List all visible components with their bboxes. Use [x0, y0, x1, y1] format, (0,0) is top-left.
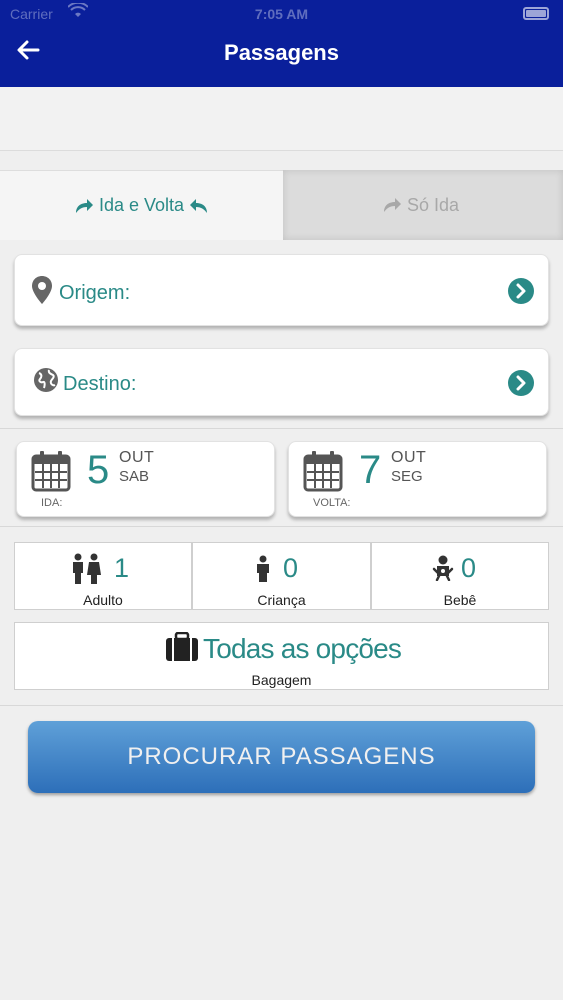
- share-arrow-icon: [383, 198, 401, 212]
- chevron-right-icon: [508, 278, 534, 304]
- tab-round-trip-label: Ida e Volta: [98, 195, 185, 215]
- tab-one-way[interactable]: Só Ida: [283, 170, 563, 240]
- map-pin-icon: [32, 276, 52, 304]
- calendar-icon: [303, 451, 343, 492]
- departure-weekday: SAB: [119, 468, 150, 485]
- suitcase-icon: [166, 632, 198, 661]
- divider: [0, 705, 563, 706]
- baggage-selector[interactable]: Todas as opções Bagagem: [14, 622, 549, 690]
- return-weekday: SEG: [391, 468, 423, 485]
- children-count: 0: [283, 553, 299, 583]
- status-bar: Carrier 7:05 AM: [0, 0, 563, 28]
- divider: [0, 428, 563, 429]
- battery-icon: [523, 7, 549, 20]
- child-icon: [257, 555, 269, 582]
- top-spacer-band: [0, 87, 563, 151]
- divider: [0, 526, 563, 527]
- origin-label: Origem:: [59, 282, 131, 304]
- adults-icon: [73, 553, 101, 584]
- origin-field[interactable]: Origem:: [14, 254, 549, 326]
- children-label: Criança: [257, 592, 306, 608]
- return-month: OUT: [391, 449, 427, 466]
- destination-field[interactable]: Destino:: [14, 348, 549, 416]
- status-time: 7:05 AM: [254, 6, 309, 22]
- babies-count: 0: [461, 553, 477, 583]
- baby-icon: [432, 555, 454, 581]
- adults-label: Adulto: [83, 592, 123, 608]
- return-day: 7: [359, 448, 382, 492]
- departure-date-card[interactable]: 5 OUT SAB IDA:: [16, 441, 275, 517]
- baggage-value: Todas as opções: [203, 633, 402, 664]
- departure-month: OUT: [119, 449, 155, 466]
- reply-arrow-icon: [190, 198, 208, 213]
- babies-selector[interactable]: 0 Bebê: [371, 542, 549, 610]
- page-title: Passagens: [224, 40, 339, 65]
- return-date-card[interactable]: 7 OUT SEG VOLTA:: [288, 441, 547, 517]
- adults-selector[interactable]: 1 Adulto: [14, 542, 192, 610]
- calendar-icon: [31, 451, 71, 492]
- children-selector[interactable]: 0 Criança: [192, 542, 371, 610]
- baggage-label: Bagagem: [251, 672, 312, 688]
- tab-round-trip[interactable]: Ida e Volta: [0, 170, 283, 240]
- departure-day: 5: [87, 448, 110, 492]
- adults-count: 1: [114, 553, 130, 583]
- destination-label: Destino:: [63, 373, 137, 395]
- chevron-right-icon: [508, 370, 534, 396]
- babies-label: Bebê: [443, 592, 477, 608]
- globe-icon: [34, 368, 58, 392]
- departure-label: IDA:: [41, 497, 63, 509]
- tab-one-way-label: Só Ida: [406, 194, 460, 215]
- app-header: Carrier 7:05 AM Passagens: [0, 0, 563, 87]
- share-arrow-icon: [75, 198, 93, 213]
- return-label: VOLTA:: [313, 497, 351, 509]
- search-tickets-button[interactable]: PROCURAR PASSAGENS: [28, 721, 535, 793]
